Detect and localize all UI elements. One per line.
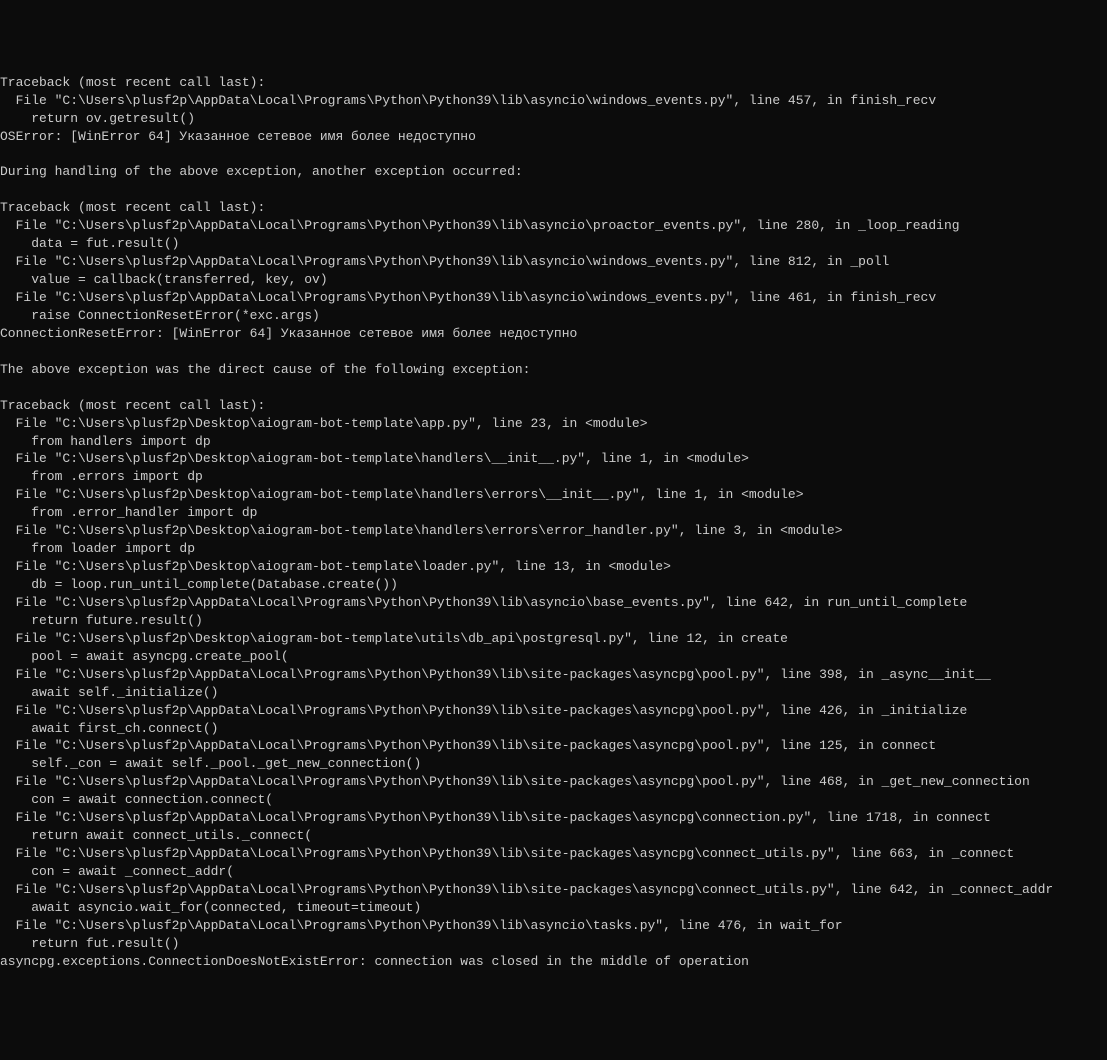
traceback-line: con = await _connect_addr( <box>0 863 1107 881</box>
traceback-line <box>0 146 1107 164</box>
traceback-line: File "C:\Users\plusf2p\AppData\Local\Pro… <box>0 289 1107 307</box>
traceback-line: The above exception was the direct cause… <box>0 361 1107 379</box>
traceback-line: raise ConnectionResetError(*exc.args) <box>0 307 1107 325</box>
traceback-line: from loader import dp <box>0 540 1107 558</box>
traceback-line: return fut.result() <box>0 935 1107 953</box>
traceback-line: from .errors import dp <box>0 468 1107 486</box>
traceback-line: from .error_handler import dp <box>0 504 1107 522</box>
traceback-line: File "C:\Users\plusf2p\AppData\Local\Pro… <box>0 917 1107 935</box>
traceback-line: data = fut.result() <box>0 235 1107 253</box>
traceback-line: File "C:\Users\plusf2p\AppData\Local\Pro… <box>0 594 1107 612</box>
traceback-line: File "C:\Users\plusf2p\AppData\Local\Pro… <box>0 666 1107 684</box>
traceback-line: File "C:\Users\plusf2p\AppData\Local\Pro… <box>0 773 1107 791</box>
traceback-line: File "C:\Users\plusf2p\Desktop\aiogram-b… <box>0 450 1107 468</box>
traceback-line: File "C:\Users\plusf2p\AppData\Local\Pro… <box>0 217 1107 235</box>
traceback-line: During handling of the above exception, … <box>0 163 1107 181</box>
traceback-line: self._con = await self._pool._get_new_co… <box>0 755 1107 773</box>
traceback-line <box>0 343 1107 361</box>
traceback-line: pool = await asyncpg.create_pool( <box>0 648 1107 666</box>
traceback-line: File "C:\Users\plusf2p\Desktop\aiogram-b… <box>0 522 1107 540</box>
traceback-line: con = await connection.connect( <box>0 791 1107 809</box>
traceback-line: Traceback (most recent call last): <box>0 397 1107 415</box>
traceback-line: return future.result() <box>0 612 1107 630</box>
traceback-line: File "C:\Users\plusf2p\AppData\Local\Pro… <box>0 702 1107 720</box>
traceback-line: asyncpg.exceptions.ConnectionDoesNotExis… <box>0 953 1107 971</box>
traceback-line: ConnectionResetError: [WinError 64] Указ… <box>0 325 1107 343</box>
traceback-line: File "C:\Users\plusf2p\AppData\Local\Pro… <box>0 253 1107 271</box>
traceback-line: File "C:\Users\plusf2p\AppData\Local\Pro… <box>0 809 1107 827</box>
traceback-line: File "C:\Users\plusf2p\Desktop\aiogram-b… <box>0 415 1107 433</box>
traceback-line: Traceback (most recent call last): <box>0 74 1107 92</box>
traceback-line: await self._initialize() <box>0 684 1107 702</box>
traceback-line: File "C:\Users\plusf2p\AppData\Local\Pro… <box>0 737 1107 755</box>
traceback-line: File "C:\Users\plusf2p\Desktop\aiogram-b… <box>0 630 1107 648</box>
traceback-line: return ov.getresult() <box>0 110 1107 128</box>
traceback-line: Traceback (most recent call last): <box>0 199 1107 217</box>
traceback-line: db = loop.run_until_complete(Database.cr… <box>0 576 1107 594</box>
traceback-line: OSError: [WinError 64] Указанное сетевое… <box>0 128 1107 146</box>
traceback-line <box>0 181 1107 199</box>
traceback-line: File "C:\Users\plusf2p\Desktop\aiogram-b… <box>0 486 1107 504</box>
traceback-line: File "C:\Users\plusf2p\AppData\Local\Pro… <box>0 92 1107 110</box>
traceback-line: from handlers import dp <box>0 433 1107 451</box>
traceback-line: File "C:\Users\plusf2p\AppData\Local\Pro… <box>0 881 1107 899</box>
traceback-line: return await connect_utils._connect( <box>0 827 1107 845</box>
traceback-line: File "C:\Users\plusf2p\AppData\Local\Pro… <box>0 845 1107 863</box>
traceback-line: value = callback(transferred, key, ov) <box>0 271 1107 289</box>
traceback-line: File "C:\Users\plusf2p\Desktop\aiogram-b… <box>0 558 1107 576</box>
traceback-line: await asyncio.wait_for(connected, timeou… <box>0 899 1107 917</box>
traceback-line: await first_ch.connect() <box>0 720 1107 738</box>
traceback-line <box>0 379 1107 397</box>
terminal-output: Traceback (most recent call last): File … <box>0 72 1107 971</box>
